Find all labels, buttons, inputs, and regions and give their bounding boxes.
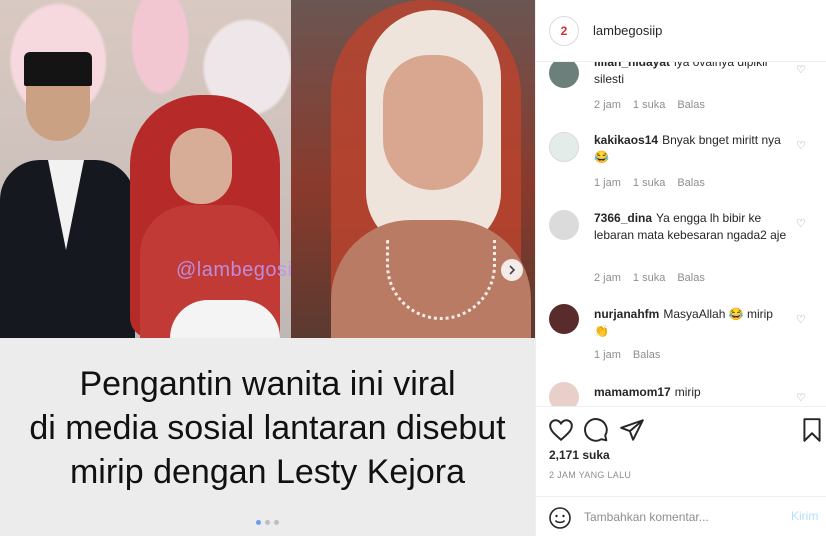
bride-face (170, 128, 232, 204)
comment-meta: 2 jam 1 suka Balas (594, 272, 705, 284)
caption-line: di media sosial lantaran disebut (29, 409, 506, 447)
comment-text: 7366_dina Ya engga lh bibir ke lebaran ma… (594, 210, 790, 244)
caption-line: mirip dengan Lesty Kejora (69, 453, 465, 491)
comment-meta: 2 jam 1 suka Balas (594, 99, 705, 111)
comment-username[interactable]: 7366_dina (594, 211, 652, 225)
comment-username[interactable]: nurjanahfm (594, 307, 659, 321)
reply-button[interactable]: Balas (633, 349, 661, 361)
avatar[interactable]: 2 (549, 15, 579, 46)
posted-time[interactable]: 2 JAM YANG LALU (549, 470, 631, 480)
carousel-indicator (0, 520, 535, 525)
post-caption-card: Pengantin wanita ini viral di media sosi… (0, 338, 535, 536)
post-comment-button[interactable]: Kirim (791, 509, 818, 523)
bride-closeup-photo (291, 0, 535, 338)
comment-text: lilian_nidayat iya ovalnya dipikir silest… (594, 62, 790, 88)
heart-icon[interactable]: ♡ (796, 313, 806, 326)
post-media[interactable]: @lambegosiip Pengantin wanita ini viral … (0, 0, 535, 536)
heart-icon[interactable]: ♡ (796, 63, 806, 76)
comment-meta: 1 jam 1 suka Balas (594, 177, 705, 189)
comment-username[interactable]: mamamom17 (594, 385, 671, 399)
avatar[interactable] (549, 304, 579, 334)
comment-icon[interactable] (583, 417, 609, 443)
groom-cap (24, 52, 92, 86)
send-icon[interactable] (619, 417, 645, 443)
reply-button[interactable]: Balas (677, 272, 705, 284)
heart-icon[interactable]: ♡ (796, 139, 806, 152)
add-comment-bar: Kirim (536, 496, 826, 536)
comment-input[interactable] (584, 507, 774, 527)
header-username[interactable]: lambegosiip (593, 23, 662, 38)
likes-count[interactable]: 2,171 suka (549, 448, 610, 462)
bookmark-icon[interactable] (799, 417, 825, 443)
comment-likes[interactable]: 1 suka (633, 272, 665, 284)
watermark-text: @lambegosiip (176, 259, 291, 281)
emoji-icon[interactable] (548, 506, 572, 530)
post-side-panel: 2 lambegosiip lilian_nidayat iya ovalnya … (535, 0, 826, 536)
comment-time[interactable]: 1 jam (594, 349, 621, 361)
heart-icon[interactable]: ♡ (796, 217, 806, 230)
comment-likes[interactable]: 1 suka (633, 177, 665, 189)
carousel-dot (274, 520, 279, 525)
carousel-dot (265, 520, 270, 525)
comment-time[interactable]: 2 jam (594, 99, 621, 111)
wedding-photo: @lambegosiip (0, 0, 291, 338)
chevron-right-icon (509, 265, 516, 275)
comment-username[interactable]: kakikaos14 (594, 133, 658, 147)
comment-username[interactable]: lilian_nidayat (594, 62, 670, 69)
comments-list[interactable]: lilian_nidayat iya ovalnya dipikir silest… (536, 62, 826, 406)
comment-text: nurjanahfm MasyaAllah 😂 mirip 👏 (594, 306, 790, 340)
avatar[interactable] (549, 62, 579, 88)
comment-likes[interactable]: 1 suka (633, 99, 665, 111)
carousel-dot-active (256, 520, 261, 525)
comment-text: kakikaos14 Bnyak bnget miritt nya😂 (594, 132, 790, 166)
comment-time[interactable]: 2 jam (594, 272, 621, 284)
comment-message: mirip (674, 385, 701, 399)
bouquet (170, 300, 280, 338)
heart-icon[interactable] (548, 417, 574, 443)
caption-line: Pengantin wanita ini viral (79, 365, 456, 403)
heart-icon[interactable]: ♡ (796, 391, 806, 404)
closeup-face (383, 55, 483, 190)
post-header: 2 lambegosiip (536, 0, 826, 62)
avatar[interactable] (549, 210, 579, 240)
reply-button[interactable]: Balas (677, 177, 705, 189)
avatar[interactable] (549, 382, 579, 406)
comment-meta: 1 jam Balas (594, 349, 660, 361)
comment-text: mamamom17 mirip (594, 384, 790, 401)
avatar-logo-text: 2 (560, 23, 568, 38)
avatar[interactable] (549, 132, 579, 162)
carousel-next-button[interactable] (501, 259, 523, 281)
comment-time[interactable]: 1 jam (594, 177, 621, 189)
reply-button[interactable]: Balas (677, 99, 705, 111)
